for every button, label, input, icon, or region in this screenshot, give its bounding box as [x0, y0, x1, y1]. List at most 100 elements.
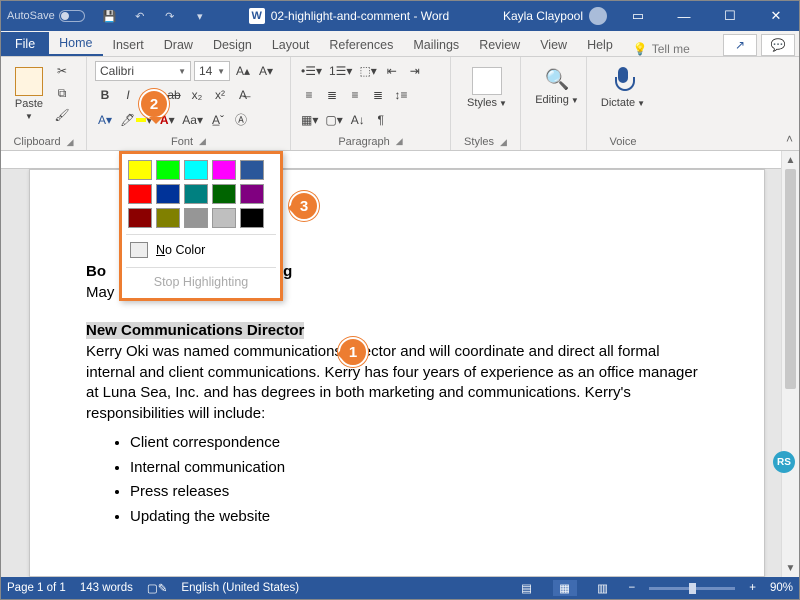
show-marks-button[interactable]: ¶ [371, 110, 391, 130]
paragraph-dialog-launcher[interactable]: ◢ [396, 136, 403, 147]
tab-draw[interactable]: Draw [154, 33, 203, 56]
vertical-scrollbar[interactable]: ▲ ▼ [781, 151, 799, 577]
clipboard-dialog-launcher[interactable]: ◢ [67, 137, 74, 148]
tab-references[interactable]: References [319, 33, 403, 56]
share-button[interactable]: ↗ [723, 34, 757, 56]
hl-swatch[interactable] [156, 208, 180, 228]
status-language[interactable]: English (United States) [181, 582, 299, 594]
tab-home[interactable]: Home [49, 31, 102, 56]
hl-swatch[interactable] [156, 184, 180, 204]
decrease-indent-button[interactable]: ⇤ [382, 61, 402, 81]
scroll-up-icon[interactable]: ▲ [782, 151, 799, 169]
hl-swatch[interactable] [184, 208, 208, 228]
close-button[interactable]: ✕ [753, 1, 799, 31]
increase-indent-button[interactable]: ⇥ [405, 61, 425, 81]
hl-swatch[interactable] [240, 184, 264, 204]
shrink-font-button[interactable]: A▾ [256, 61, 276, 81]
clear-formatting-button[interactable]: A̶ [233, 85, 253, 105]
save-icon[interactable]: 💾 [97, 5, 123, 27]
grow-font-button[interactable]: A▴ [233, 61, 253, 81]
redo-icon[interactable]: ↷ [157, 5, 183, 27]
copy-button[interactable]: ⧉ [52, 83, 72, 103]
subscript-button[interactable]: x₂ [187, 85, 207, 105]
hl-swatch[interactable] [128, 184, 152, 204]
font-size-combo[interactable]: 14▼ [194, 61, 230, 81]
justify-button[interactable]: ≣ [368, 85, 388, 105]
format-painter-button[interactable]: 🖌 [52, 105, 72, 125]
doc-subheading-selected[interactable]: New Communications Director [86, 322, 304, 339]
minimize-button[interactable]: — [661, 1, 707, 31]
hl-swatch[interactable] [212, 208, 236, 228]
sort-button[interactable]: A↓ [348, 110, 368, 130]
scroll-thumb[interactable] [785, 169, 796, 389]
group-voice: Dictate▼ Voice [587, 57, 659, 150]
account-area[interactable]: Kayla Claypool [495, 7, 615, 25]
hl-swatch[interactable] [212, 160, 236, 180]
presence-avatar[interactable]: RS [773, 451, 795, 473]
bold-button[interactable]: B [95, 85, 115, 105]
comments-button[interactable]: 💬 [761, 34, 795, 56]
cut-button[interactable]: ✂ [52, 61, 72, 81]
web-layout-button[interactable]: ▥ [591, 580, 615, 596]
text-effects-button[interactable]: A▾ [95, 110, 115, 130]
font-name-combo[interactable]: Calibri▼ [95, 61, 191, 81]
bullets-button[interactable]: •☰▾ [299, 61, 324, 81]
horizontal-ruler[interactable] [1, 151, 781, 169]
multilevel-list-button[interactable]: ⬚▾ [357, 61, 378, 81]
styles-gallery-button[interactable]: Styles▼ [459, 61, 515, 109]
numbering-button[interactable]: 1☰▾ [327, 61, 354, 81]
hl-swatch[interactable] [128, 160, 152, 180]
tab-design[interactable]: Design [203, 33, 262, 56]
superscript-button[interactable]: x² [210, 85, 230, 105]
align-left-button[interactable]: ≡ [299, 85, 319, 105]
qat-customize-icon[interactable]: ▾ [187, 5, 213, 27]
status-word-count[interactable]: 143 words [80, 582, 133, 594]
italic-button[interactable]: I [118, 85, 138, 105]
tab-file[interactable]: File [1, 32, 49, 56]
maximize-button[interactable]: ☐ [707, 1, 753, 31]
shading-button[interactable]: ▦▾ [299, 110, 320, 130]
paste-button[interactable]: Paste ▼ [9, 65, 49, 121]
change-case-button[interactable]: Aa▾ [180, 110, 205, 130]
spellcheck-icon[interactable]: ▢✎ [147, 581, 168, 595]
styles-dialog-launcher[interactable]: ◢ [500, 137, 507, 148]
line-spacing-button[interactable]: ↕≡ [391, 85, 411, 105]
tab-help[interactable]: Help [577, 33, 623, 56]
status-page[interactable]: Page 1 of 1 [7, 582, 66, 594]
callout-3: 3 [289, 191, 319, 221]
hl-swatch[interactable] [240, 160, 264, 180]
print-layout-button[interactable]: ▦ [553, 580, 577, 596]
character-shading-button[interactable]: A̲ˇ [208, 110, 228, 130]
borders-button[interactable]: ▢▾ [323, 110, 344, 130]
tab-layout[interactable]: Layout [262, 33, 320, 56]
hl-swatch[interactable] [240, 208, 264, 228]
zoom-level[interactable]: 90% [770, 582, 793, 594]
hl-swatch[interactable] [128, 208, 152, 228]
scroll-down-icon[interactable]: ▼ [782, 559, 799, 577]
enclose-characters-button[interactable]: Ⓐ [231, 110, 251, 130]
tab-insert[interactable]: Insert [103, 33, 154, 56]
align-center-button[interactable]: ≣ [322, 85, 342, 105]
tell-me-search[interactable]: 💡 Tell me [623, 42, 700, 56]
no-color-item[interactable]: No Color [128, 239, 274, 261]
hl-swatch[interactable] [184, 184, 208, 204]
hl-swatch[interactable] [184, 160, 208, 180]
tab-view[interactable]: View [530, 33, 577, 56]
align-right-button[interactable]: ≡ [345, 85, 365, 105]
zoom-in-button[interactable]: + [749, 582, 756, 594]
zoom-slider[interactable] [649, 587, 735, 590]
font-dialog-launcher[interactable]: ◢ [199, 136, 206, 147]
hl-swatch[interactable] [156, 160, 180, 180]
tab-mailings[interactable]: Mailings [403, 33, 469, 56]
ribbon-options-button[interactable]: ▭ [615, 1, 661, 31]
undo-icon[interactable]: ↶ [127, 5, 153, 27]
read-mode-button[interactable]: ▤ [515, 580, 539, 596]
autosave-switch-off[interactable] [59, 10, 85, 22]
autosave-toggle[interactable]: AutoSave [1, 10, 91, 22]
tab-review[interactable]: Review [469, 33, 530, 56]
collapse-ribbon-button[interactable]: ˄ [786, 132, 793, 146]
dictate-button[interactable]: Dictate▼ [595, 61, 651, 109]
editing-button[interactable]: 🔍 Editing▼ [529, 61, 585, 106]
hl-swatch[interactable] [212, 184, 236, 204]
zoom-out-button[interactable]: − [629, 582, 636, 594]
